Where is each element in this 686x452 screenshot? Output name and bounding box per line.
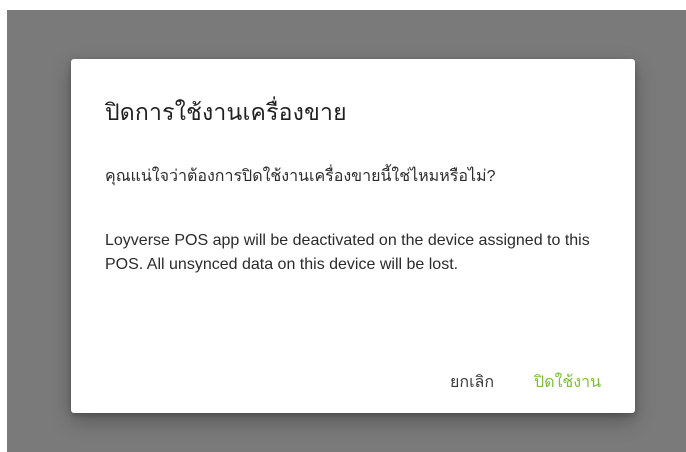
dialog-question: คุณแน่ใจว่าต้องการปิดใช้งานเครื่องขายนี้… [105, 168, 496, 185]
deactivate-button[interactable]: ปิดใช้งาน [522, 368, 613, 397]
dialog-title: ปิดการใช้งานเครื่องขาย [105, 99, 347, 125]
dialog-message: Loyverse POS app will be deactivated on … [105, 232, 590, 273]
cancel-button[interactable]: ยกเลิก [438, 368, 506, 397]
dialog-actions: ยกเลิก ปิดใช้งาน [438, 368, 613, 397]
deactivate-pos-dialog: ปิดการใช้งานเครื่องขาย คุณแน่ใจว่าต้องกา… [71, 59, 635, 413]
